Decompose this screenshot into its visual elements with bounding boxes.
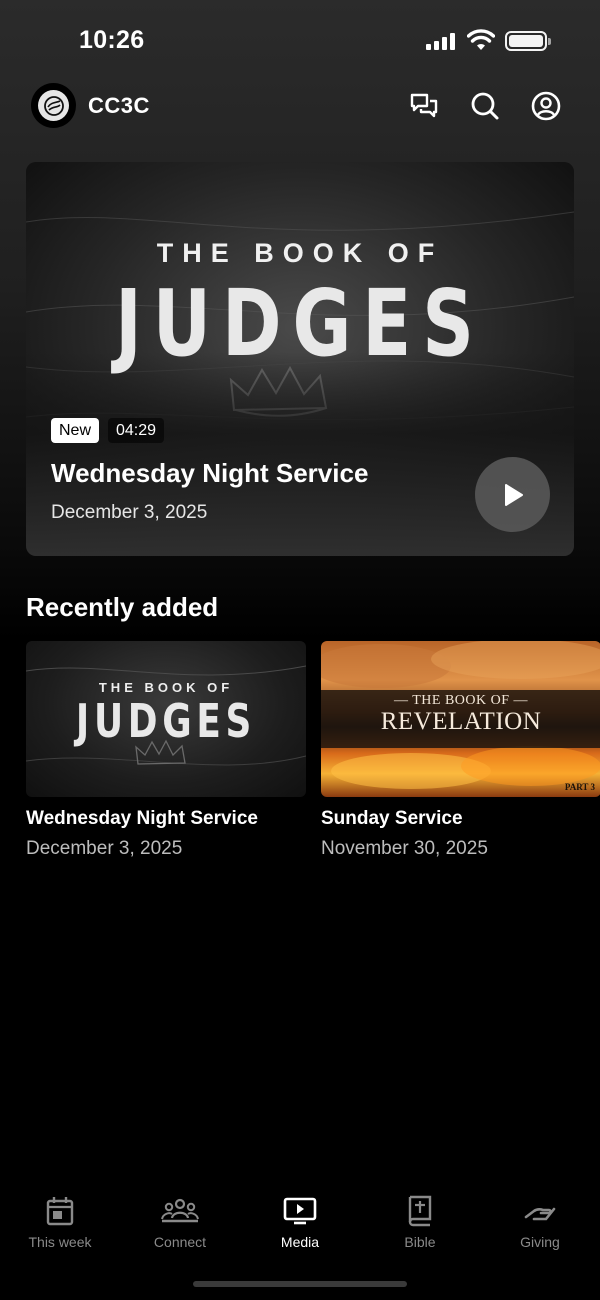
group-icon — [161, 1198, 199, 1223]
duration-badge: 04:29 — [108, 418, 165, 443]
giving-hand-icon — [524, 1207, 556, 1221]
status-time: 10:26 — [79, 26, 145, 54]
featured-art-title: JUDGES — [115, 270, 485, 377]
tab-bible[interactable]: Bible — [360, 1194, 480, 1250]
cellular-signal-icon — [426, 33, 457, 50]
calendar-icon — [46, 1197, 74, 1226]
tab-giving[interactable]: Giving — [480, 1194, 600, 1250]
media-card-judges[interactable]: THE BOOK OF JUDGES Wednesday Night Servi… — [26, 641, 306, 860]
tab-label: Bible — [404, 1234, 436, 1250]
logo-emblem-icon — [38, 90, 69, 121]
tab-label: Giving — [520, 1234, 560, 1250]
chat-icon — [410, 93, 438, 118]
tab-this-week[interactable]: This week — [0, 1194, 120, 1250]
play-button[interactable] — [475, 457, 550, 532]
thumbnail-part-label: PART 3 — [564, 782, 595, 792]
profile-button[interactable] — [530, 90, 562, 122]
media-card-revelation[interactable]: — THE BOOK OF — REVELATION PART 3 Sunday… — [321, 641, 600, 860]
thumbnail-pretitle: THE BOOK OF — [98, 680, 234, 695]
status-bar: 10:26 — [0, 0, 600, 80]
thumbnail-pretitle: — THE BOOK OF — — [393, 693, 529, 708]
media-thumbnail: — THE BOOK OF — REVELATION PART 3 — [321, 641, 600, 797]
media-thumbnail: THE BOOK OF JUDGES — [26, 641, 306, 797]
church-logo[interactable] — [31, 83, 76, 128]
tab-media[interactable]: Media — [240, 1194, 360, 1250]
tab-label: Connect — [153, 1234, 207, 1250]
tab-connect[interactable]: Connect — [120, 1194, 240, 1250]
battery-icon — [505, 31, 551, 51]
play-icon — [504, 483, 523, 506]
media-title: Wednesday Night Service — [26, 808, 258, 829]
thumbnail-title: REVELATION — [380, 708, 542, 735]
home-indicator — [193, 1281, 407, 1287]
wifi-icon — [467, 29, 495, 50]
messages-button[interactable] — [408, 90, 440, 122]
media-title: Sunday Service — [321, 808, 463, 829]
media-date: December 3, 2025 — [26, 838, 183, 859]
search-button[interactable] — [469, 90, 501, 122]
featured-art-pretitle: THE BOOK OF — [156, 238, 444, 268]
media-date: November 30, 2025 — [321, 838, 488, 859]
recently-added-heading: Recently added — [26, 592, 219, 622]
bible-icon — [408, 1195, 432, 1227]
tv-play-icon — [283, 1197, 317, 1225]
account-icon — [531, 91, 561, 121]
tab-label: This week — [28, 1234, 92, 1250]
new-badge: New — [51, 418, 100, 443]
search-icon — [471, 92, 499, 120]
thumbnail-title: JUDGES — [75, 694, 257, 748]
app-name: CC3C — [88, 93, 150, 118]
featured-title: Wednesday Night Service — [51, 458, 369, 488]
tab-label: Media — [280, 1234, 320, 1250]
app-header: CC3C — [0, 80, 600, 132]
featured-media-card[interactable]: THE BOOK OF JUDGES New 04:29 Wednesday N… — [26, 162, 574, 556]
featured-date: December 3, 2025 — [51, 502, 208, 523]
